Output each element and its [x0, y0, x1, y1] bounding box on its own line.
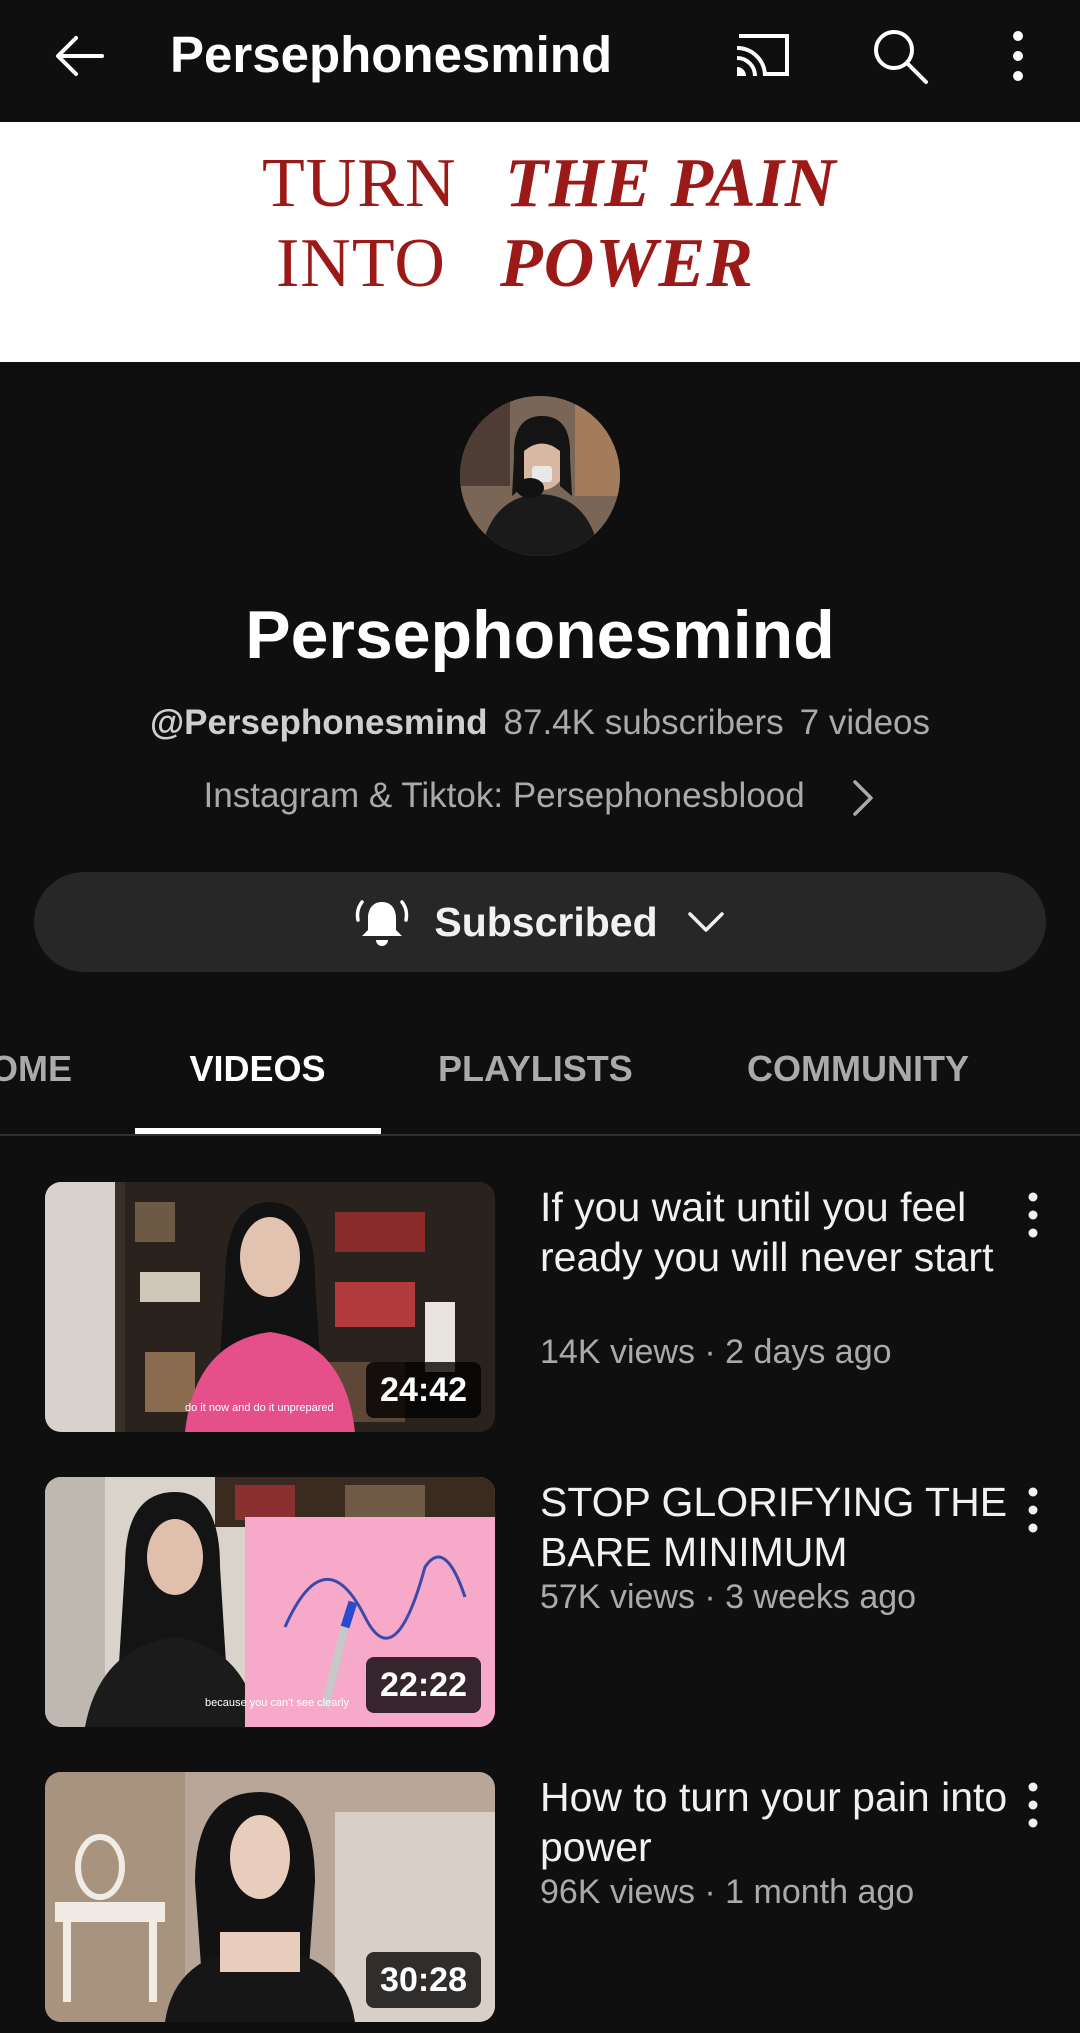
tab-community[interactable]: COMMUNITY: [747, 1010, 969, 1134]
bell-ringing-icon: [356, 900, 409, 946]
video-duration: 22:22: [366, 1657, 481, 1713]
tab-playlists[interactable]: PLAYLISTS: [438, 1010, 633, 1134]
banner-text: TURN: [262, 145, 457, 222]
subscribed-label: Subscribed: [434, 898, 658, 945]
tab-home[interactable]: OME: [0, 1010, 72, 1134]
video-item[interactable]: because you can't see clearly 22:22 STOP…: [0, 1477, 1080, 1727]
video-meta: 57K views · 3 weeks ago: [540, 1578, 917, 1616]
subscriber-count: 87.4K subscribers: [503, 703, 784, 742]
more-vert-icon[interactable]: [1024, 1483, 1042, 1537]
channel-avatar[interactable]: [460, 396, 620, 556]
channel-name: Persephonesmind: [245, 597, 835, 673]
video-duration: 30:28: [366, 1952, 481, 2008]
channel-banner: TURN THE PAIN INTO POWER: [0, 122, 1080, 362]
video-duration: 24:42: [366, 1362, 481, 1418]
more-vert-icon[interactable]: [1024, 1188, 1042, 1242]
chevron-down-icon: [687, 912, 724, 932]
banner-text: INTO: [276, 225, 446, 302]
video-title[interactable]: If you wait until you feel ready you wil…: [540, 1182, 1010, 1282]
arrow-left-icon[interactable]: [50, 26, 110, 86]
thumbnail-caption: because you can't see clearly: [205, 1697, 349, 1709]
video-thumbnail[interactable]: do it now and do it unprepared 24:42: [45, 1182, 495, 1432]
search-icon[interactable]: [868, 24, 932, 88]
active-tab-indicator: [135, 1128, 381, 1134]
video-thumbnail[interactable]: because you can't see clearly 22:22: [45, 1477, 495, 1727]
app-bar-title: Persephonesmind: [170, 26, 613, 83]
channel-handle: @Persephonesmind: [149, 703, 488, 742]
more-vert-icon[interactable]: [1024, 1778, 1042, 1832]
video-title[interactable]: STOP GLORIFYING THE BARE MINIMUM: [540, 1477, 1010, 1577]
video-thumbnail[interactable]: 30:28: [45, 1772, 495, 2022]
video-count: 7 videos: [799, 703, 931, 742]
channel-description-row[interactable]: Instagram & Tiktok: Persephonesblood: [0, 773, 1080, 819]
channel-meta: @Persephonesmind 87.4K subscribers 7 video…: [0, 700, 1080, 746]
video-item[interactable]: 30:28 How to turn your pain into power 9…: [0, 1772, 1080, 2022]
banner-text: POWER: [500, 225, 754, 302]
tab-videos[interactable]: VIDEOS: [135, 1010, 380, 1134]
chevron-right-icon: [853, 780, 874, 816]
thumbnail-caption: do it now and do it unprepared: [185, 1402, 334, 1414]
video-item[interactable]: do it now and do it unprepared 24:42 If …: [0, 1182, 1080, 1432]
app-bar: Persephonesmind: [0, 0, 1080, 122]
more-vert-icon[interactable]: [1000, 26, 1036, 86]
video-title[interactable]: How to turn your pain into power: [540, 1772, 1010, 1872]
subscribed-button[interactable]: Subscribed: [34, 872, 1046, 972]
video-meta: 14K views · 2 days ago: [540, 1333, 892, 1371]
channel-tabs: OME VIDEOS PLAYLISTS COMMUNITY: [0, 1010, 1080, 1136]
channel-description: Instagram & Tiktok: Persephonesblood: [203, 776, 805, 815]
cast-icon[interactable]: [731, 24, 795, 84]
banner-text: THE PAIN: [505, 145, 837, 222]
video-meta: 96K views · 1 month ago: [540, 1873, 915, 1911]
